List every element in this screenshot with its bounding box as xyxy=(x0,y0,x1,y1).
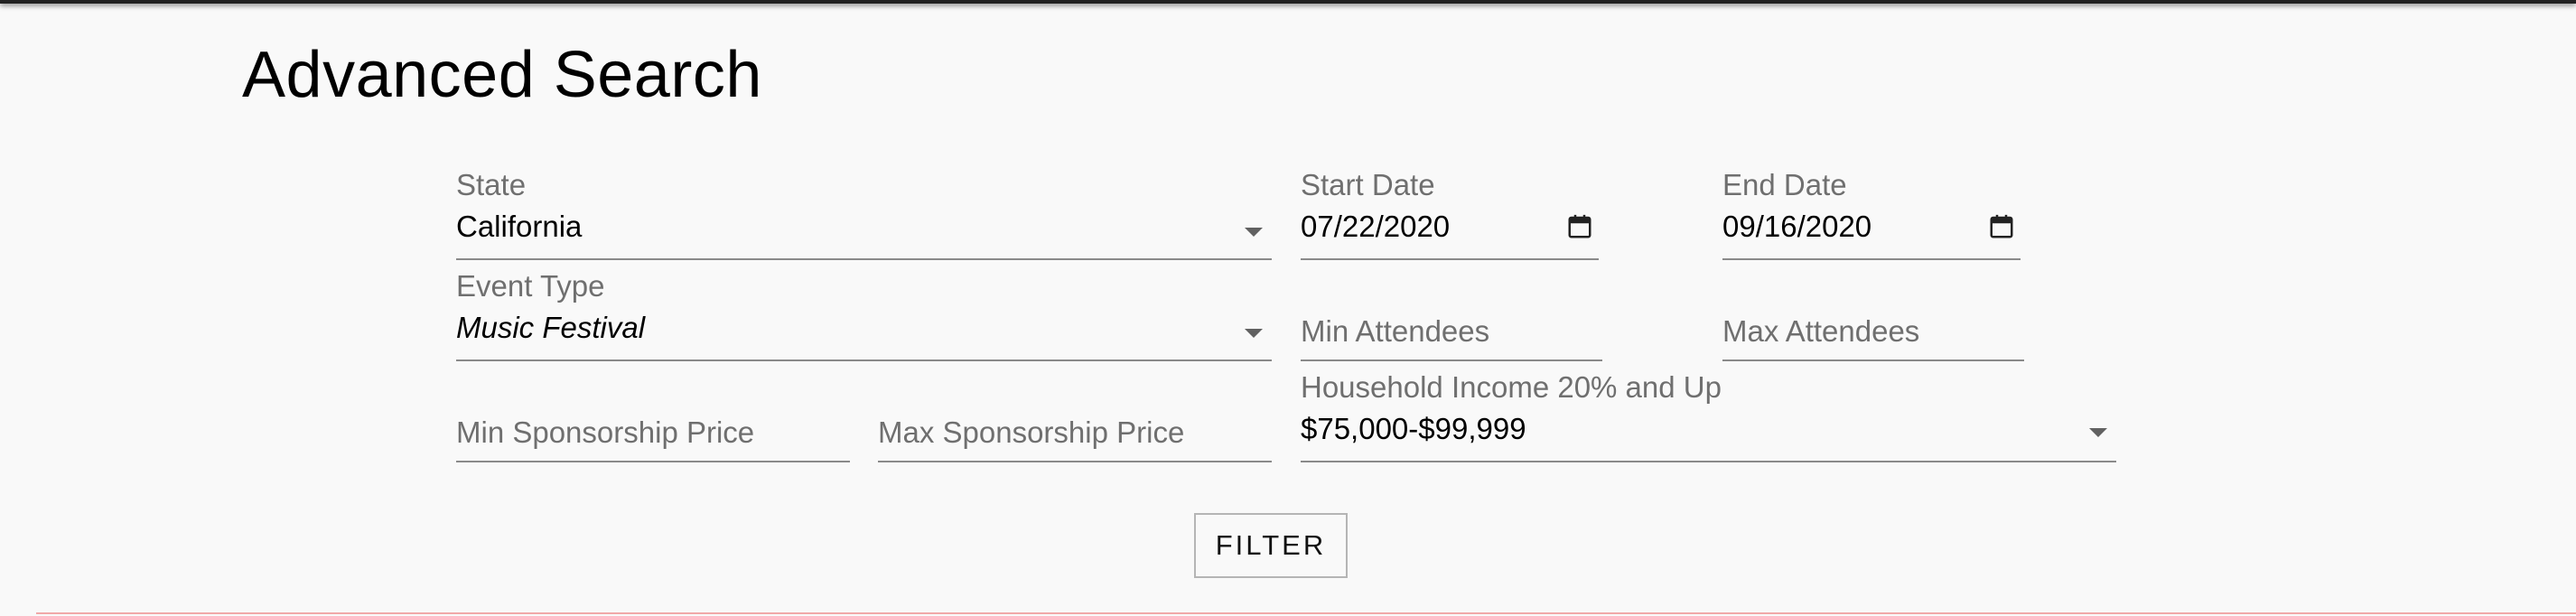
start-date-value: 07/22/2020 xyxy=(1301,210,1451,243)
chevron-down-icon xyxy=(2089,428,2107,437)
calendar-icon[interactable] xyxy=(1988,213,2015,240)
min-sponsorship-price-input[interactable]: Min Sponsorship Price xyxy=(456,408,850,462)
event-type-select[interactable]: Event Type Music Festival xyxy=(456,269,1272,361)
state-label: State xyxy=(456,168,527,201)
event-type-label: Event Type xyxy=(456,269,605,303)
end-date-label: End Date xyxy=(1722,168,1847,201)
start-date-label: Start Date xyxy=(1301,168,1435,201)
min-attendees-placeholder: Min Attendees xyxy=(1301,314,1490,348)
filter-button[interactable]: FILTER xyxy=(1194,513,1348,578)
event-type-value: Music Festival xyxy=(456,311,646,344)
app-bar-edge xyxy=(0,0,2576,4)
divider xyxy=(36,612,2576,614)
start-date-field[interactable]: Start Date 07/22/2020 xyxy=(1301,168,1599,260)
end-date-value: 09/16/2020 xyxy=(1722,210,1872,243)
household-income-label: Household Income 20% and Up xyxy=(1301,370,1722,404)
min-sponsorship-price-placeholder: Min Sponsorship Price xyxy=(456,415,755,449)
max-sponsorship-price-placeholder: Max Sponsorship Price xyxy=(878,415,1185,449)
household-income-select[interactable]: Household Income 20% and Up $75,000-$99,… xyxy=(1301,370,2116,462)
min-attendees-input[interactable]: Min Attendees xyxy=(1301,307,1602,361)
end-date-field[interactable]: End Date 09/16/2020 xyxy=(1722,168,2021,260)
household-income-value: $75,000-$99,999 xyxy=(1301,412,1526,445)
calendar-icon[interactable] xyxy=(1566,213,1593,240)
state-select[interactable]: State California xyxy=(456,168,1272,260)
max-sponsorship-price-input[interactable]: Max Sponsorship Price xyxy=(878,408,1272,462)
state-value: California xyxy=(456,210,583,243)
chevron-down-icon xyxy=(1245,329,1263,338)
chevron-down-icon xyxy=(1245,228,1263,237)
max-attendees-placeholder: Max Attendees xyxy=(1722,314,1920,348)
page-title: Advanced Search xyxy=(242,39,762,111)
max-attendees-input[interactable]: Max Attendees xyxy=(1722,307,2024,361)
